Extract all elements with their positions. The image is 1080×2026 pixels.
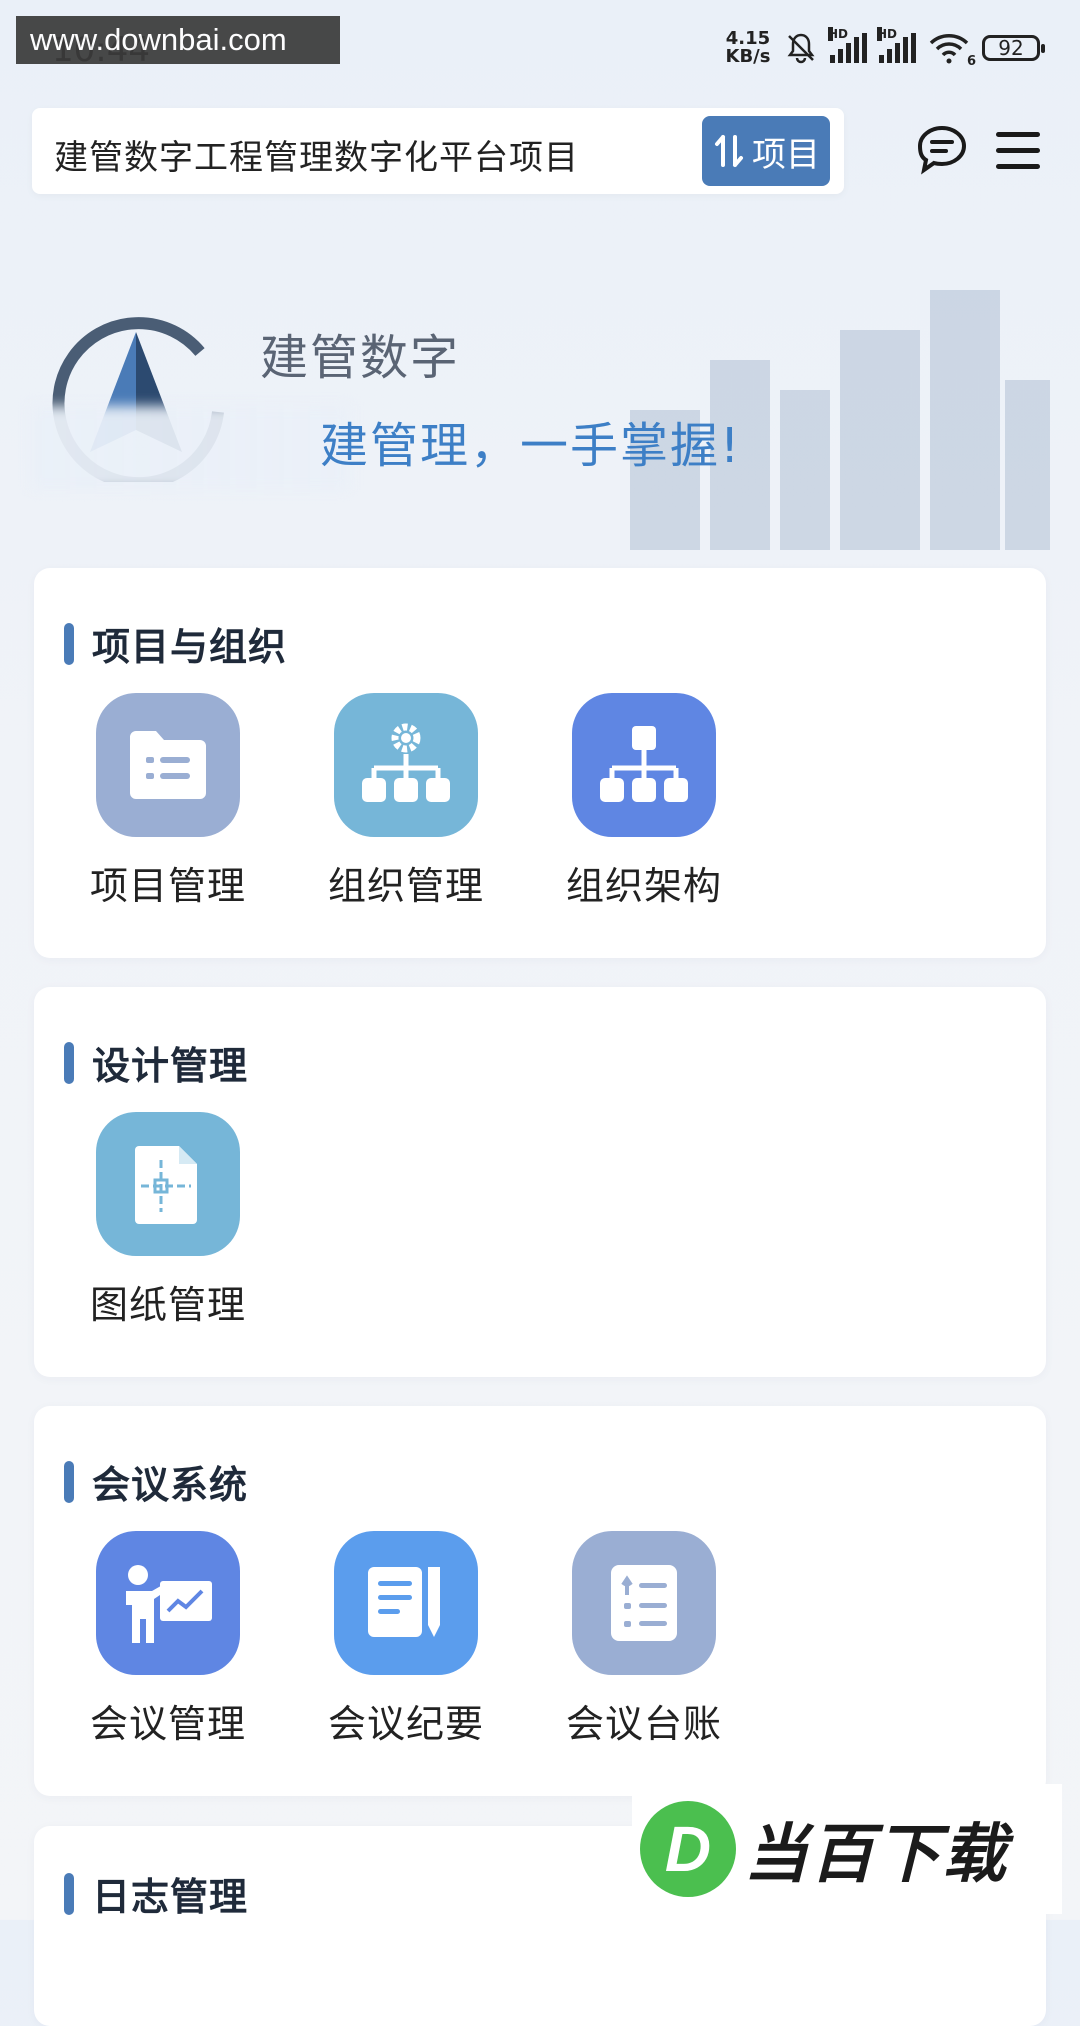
switch-project-label: 项目	[752, 134, 820, 175]
ledger-list-icon	[572, 1531, 716, 1675]
tile-label: 项目管理	[90, 864, 247, 908]
app-name: 建管数字	[260, 330, 461, 386]
tile-label: 图纸管理	[90, 1283, 247, 1327]
bell-muted-icon	[784, 31, 818, 65]
section-title: 项目与组织	[92, 625, 288, 669]
project-name: 建管数字工程管理数字化平台项目	[54, 138, 579, 178]
wifi-version-tag: 6	[966, 54, 976, 69]
meeting-ledger-tile[interactable]: 会议台账	[566, 1531, 721, 1748]
section-title: 日志管理	[92, 1875, 249, 1919]
tile-label: 会议管理	[90, 1702, 247, 1746]
tile-label: 会议纪要	[328, 1702, 485, 1746]
notes-pen-icon	[334, 1531, 478, 1675]
swap-arrows-icon	[712, 131, 746, 171]
tile-label: 组织架构	[566, 864, 723, 908]
drawing-file-icon	[96, 1112, 240, 1256]
wifi-icon: 6	[928, 31, 976, 69]
network-speed-unit: KB/s	[725, 46, 771, 67]
signal-strength-icon: HD	[828, 27, 867, 63]
org-management-tile[interactable]: 组织管理	[328, 693, 483, 910]
tile-label: 会议台账	[566, 1702, 723, 1746]
message-icon[interactable]	[914, 122, 970, 182]
org-settings-icon	[334, 693, 478, 837]
tile-label: 组织管理	[328, 864, 485, 908]
drawing-management-tile[interactable]: 图纸管理	[90, 1112, 245, 1329]
section-accent-bar	[64, 1460, 74, 1503]
org-structure-tile[interactable]: 组织架构	[566, 693, 721, 910]
banner: 建管数字 建管理，一手掌握!	[0, 210, 1080, 560]
section-accent-bar	[64, 1872, 74, 1915]
battery-indicator: 92	[982, 35, 1045, 61]
menu-icon[interactable]	[994, 130, 1042, 176]
watermark-url: www.downbai.com	[16, 16, 340, 64]
folder-list-icon	[96, 693, 240, 837]
presenter-icon	[96, 1531, 240, 1675]
meeting-minutes-tile[interactable]: 会议纪要	[328, 1531, 483, 1748]
download-site-logo: D	[640, 1801, 736, 1897]
signal-strength-icon-2: HD	[877, 27, 916, 63]
section-title: 会议系统	[92, 1463, 249, 1507]
section-meeting-system: 会议系统 会议管理 会议纪要 会议台账	[34, 1406, 1046, 1796]
section-accent-bar	[64, 622, 74, 665]
switch-project-button[interactable]: 项目	[702, 116, 830, 186]
blurred-area	[30, 406, 350, 490]
project-management-tile[interactable]: 项目管理	[90, 693, 245, 910]
download-site-name: 当百下载	[744, 1818, 1008, 1892]
status-bar-right: 4.15 KB/s HD HD 6 92	[724, 27, 1045, 69]
meeting-management-tile[interactable]: 会议管理	[90, 1531, 245, 1748]
section-accent-bar	[64, 1041, 74, 1084]
section-project-org: 项目与组织 项目管理 组织管理 组织架构	[34, 568, 1046, 958]
header: 建管数字工程管理数字化平台项目 项目	[32, 108, 1048, 196]
org-chart-icon	[572, 693, 716, 837]
project-selector[interactable]: 建管数字工程管理数字化平台项目 项目	[32, 108, 844, 194]
network-speed: 4.15 KB/s	[724, 30, 772, 66]
section-design-management: 设计管理 图纸管理	[34, 987, 1046, 1377]
signal-hd-tag-2: HD	[877, 27, 898, 41]
signal-hd-tag: HD	[828, 27, 849, 41]
download-site-watermark: D 当百下载	[632, 1784, 1062, 1914]
section-title: 设计管理	[92, 1044, 249, 1088]
slogan: 建管理，一手掌握!	[320, 418, 742, 474]
